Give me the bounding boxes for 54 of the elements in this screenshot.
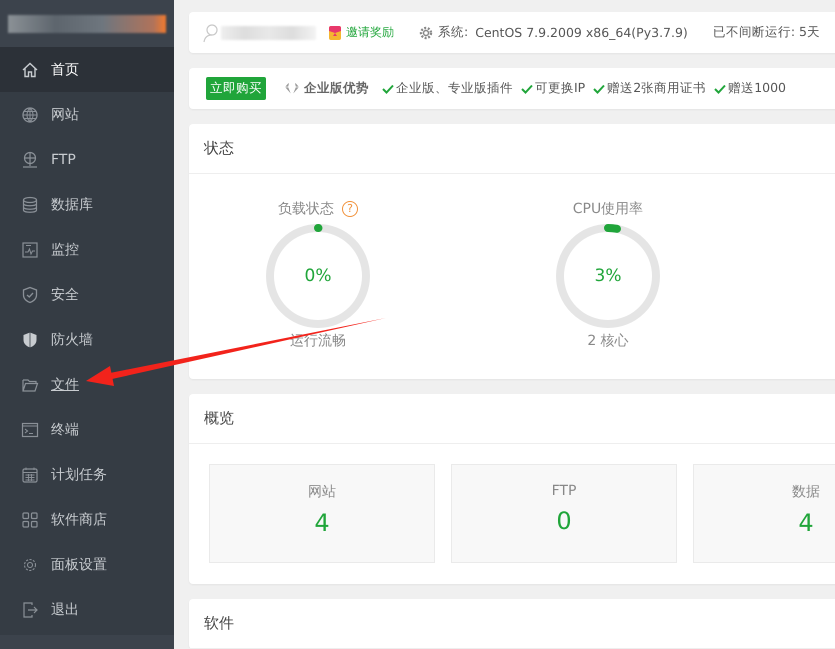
sidebar-item[interactable]: 安全 (0, 272, 174, 317)
exit-icon (21, 600, 39, 618)
uptime-text: 已不间断运行: 5天 (712, 24, 820, 41)
gauge-value: 3% (594, 266, 622, 286)
gauge-value: 0% (304, 266, 332, 286)
sidebar-item[interactable]: 软件商店 (0, 497, 174, 542)
stat-value: 4 (314, 509, 330, 537)
sidebar-item[interactable]: 网站 (0, 92, 174, 137)
gauge-caption: 运行流畅 (290, 332, 346, 350)
gauge-caption: 2 核心 (587, 332, 629, 350)
terminal-icon (21, 420, 39, 438)
feature-text: 赠送2张商用证书 (607, 80, 706, 97)
promo-title: 企业版优势 (304, 80, 369, 97)
feature-text: 赠送1000 (728, 80, 786, 97)
system-value: CentOS 7.9.2009 x86_64(Py3.7.9) (475, 25, 688, 40)
panel-title: 软件 (189, 599, 835, 649)
check-icon (382, 84, 394, 94)
sidebar-item[interactable]: FTP (0, 137, 174, 182)
stat-label: 数据 (792, 483, 820, 501)
database-icon (21, 196, 39, 214)
gear-icon (419, 26, 433, 40)
globe-icon (21, 106, 39, 124)
sidebar-item[interactable]: 文件 (0, 362, 174, 407)
check-icon (714, 84, 726, 94)
stat-label: 网站 (308, 483, 336, 501)
network-globe-icon (21, 150, 39, 168)
shield-icon (21, 330, 39, 348)
home-icon (21, 60, 39, 78)
sidebar-item[interactable]: 终端 (0, 407, 174, 452)
feature-text: 企业版、专业版插件 (396, 80, 513, 97)
chart-window-icon (21, 240, 39, 258)
gauge-title: 负载状态 (278, 200, 334, 218)
system-label: 系统: (438, 24, 468, 41)
stat-value: 0 (556, 507, 572, 535)
panel-title: 状态 (189, 124, 835, 174)
sidebar-item[interactable]: 首页 (0, 47, 174, 92)
sidebar-item[interactable]: 防火墙 (0, 317, 174, 362)
grid-icon (21, 510, 39, 528)
sidebar-item[interactable]: 退出 (0, 587, 174, 632)
shield-check-icon (21, 286, 39, 304)
check-icon (521, 84, 533, 94)
gift-icon (328, 24, 342, 40)
panel-title: 概览 (189, 394, 835, 444)
feature-text: 可更换IP (535, 80, 586, 97)
user-icon (203, 22, 219, 42)
check-icon (593, 84, 606, 94)
sidebar-item[interactable]: 计划任务 (0, 452, 174, 497)
calendar-icon (21, 466, 39, 484)
sidebar-item[interactable]: 监控 (0, 227, 174, 272)
stat-label: FTP (552, 483, 576, 499)
sidebar-item[interactable]: 面板设置 (0, 542, 174, 587)
stat-value: 4 (798, 509, 814, 537)
sidebar-item[interactable]: 数据库 (0, 182, 174, 227)
gauge-title: CPU使用率 (572, 200, 644, 218)
